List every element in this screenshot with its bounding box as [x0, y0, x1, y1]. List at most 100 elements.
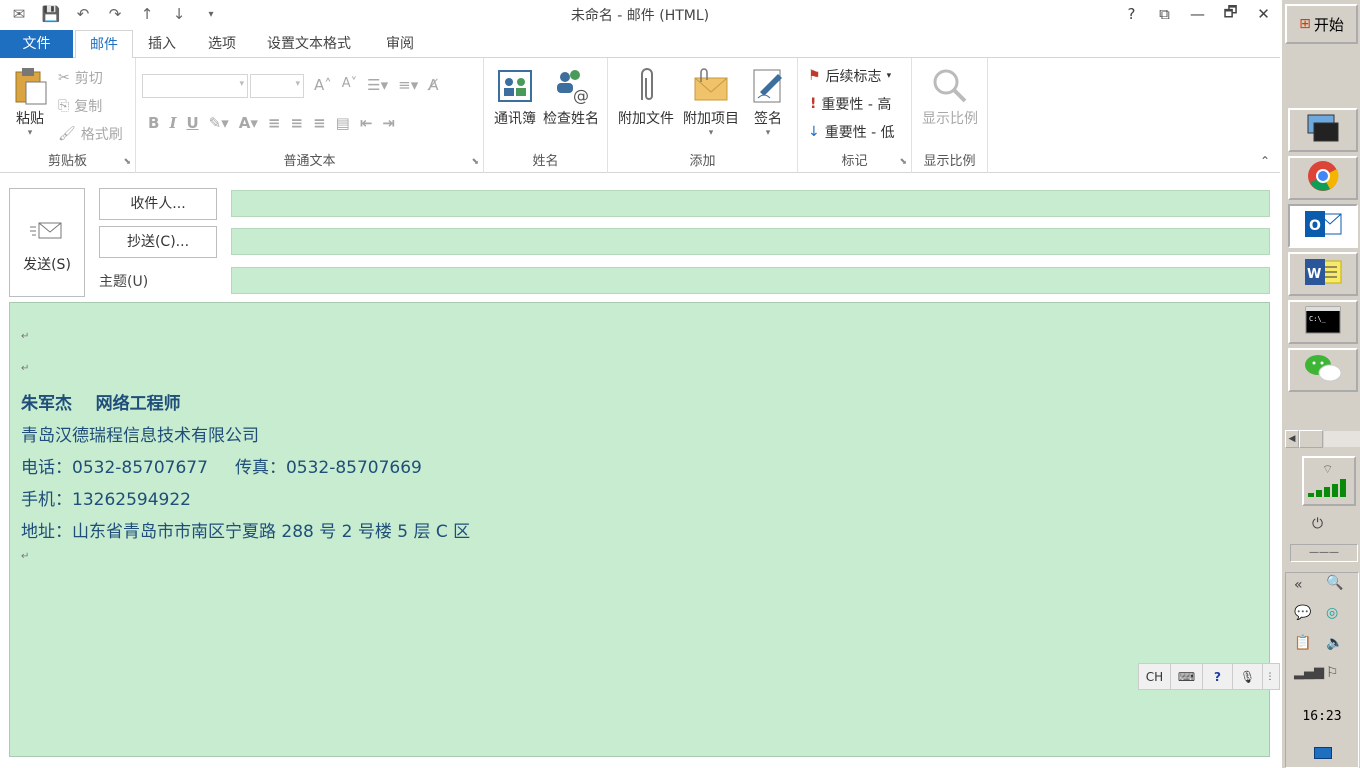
format-painter-button[interactable]: 🖌 格式刷: [58, 124, 123, 144]
system-tray: « 🔍 💬 ◎ 📋 🔈 ▂▄▆ ⚐ 16:23: [1285, 572, 1359, 768]
font-name-combo[interactable]: [142, 74, 248, 98]
bold-button[interactable]: B: [148, 114, 159, 132]
zoom-button[interactable]: 显示比例: [918, 64, 982, 128]
taskbar-scrollbar[interactable]: ◀: [1285, 430, 1360, 448]
bullets-icon[interactable]: ☰▾: [367, 76, 388, 94]
low-importance-button[interactable]: ↓ 重要性 - 低: [808, 122, 895, 142]
attach-file-button[interactable]: 附加文件: [614, 64, 678, 128]
underline-button[interactable]: U: [186, 114, 198, 132]
clock[interactable]: 16:23: [1286, 709, 1358, 724]
copy-label: 复制: [74, 99, 103, 115]
tab-format-text[interactable]: 设置文本格式: [267, 30, 351, 58]
numbering-icon[interactable]: ≡▾: [398, 76, 418, 94]
group-label-basic-text: 普通文本: [283, 154, 336, 169]
search-icon[interactable]: 🔍: [1326, 575, 1343, 591]
wechat-tray-icon[interactable]: 💬: [1294, 605, 1311, 621]
ribbon-display-button[interactable]: ⧉: [1148, 0, 1181, 28]
subject-field[interactable]: [231, 267, 1270, 294]
start-button[interactable]: ⊞ 开始: [1285, 4, 1358, 44]
font-size-buttons: A˄ A˅ ☰▾ ≡▾ A̸: [314, 76, 439, 94]
help-icon[interactable]: ?: [1203, 664, 1233, 689]
high-importance-label: 重要性 - 高: [821, 97, 892, 113]
power-plug-icon[interactable]: ⏻: [1312, 516, 1323, 532]
close-button[interactable]: ✕: [1247, 0, 1280, 28]
dialog-launcher-icon[interactable]: ⬊: [899, 157, 907, 167]
taskbar-app-cmd[interactable]: C:\_: [1288, 300, 1358, 344]
high-importance-button[interactable]: ! 重要性 - 高: [810, 94, 891, 114]
highlight-icon[interactable]: ✎▾: [209, 114, 229, 132]
font-size-combo[interactable]: [250, 74, 304, 98]
to-field[interactable]: [231, 190, 1270, 217]
svg-text:⌔: ⌔: [1322, 462, 1333, 476]
address-book-button[interactable]: 通讯簿: [489, 64, 541, 128]
ribbon-tabs: 文件 邮件 插入 选项 设置文本格式 审阅: [0, 30, 1280, 59]
scroll-thumb[interactable]: [1299, 430, 1323, 448]
cut-button[interactable]: ✂ 剪切: [58, 68, 103, 88]
subject-label: 主题(U): [99, 274, 149, 290]
cc-button[interactable]: 抄送(C)...: [99, 226, 217, 258]
taskbar: ⊞ 开始 O W C:\_ ◀ ⌔ ⏻ ——— « 🔍 💬 ◎ 📋 🔈 ▂▄▆ …: [1280, 0, 1360, 768]
send-button[interactable]: 发送(S): [9, 188, 85, 297]
cc-field[interactable]: [231, 228, 1270, 255]
show-desktop-icon[interactable]: [1314, 747, 1332, 759]
network-icon[interactable]: ▂▄▆: [1294, 665, 1324, 680]
scissors-icon: ✂: [58, 70, 70, 86]
maximize-button[interactable]: 🗗: [1214, 0, 1247, 28]
tray-collapse-button[interactable]: «: [1294, 577, 1303, 593]
envelope-attach-icon: [678, 64, 744, 108]
tab-review[interactable]: 审阅: [386, 30, 414, 58]
scroll-track[interactable]: [1323, 430, 1360, 448]
attach-item-button[interactable]: 附加项目 ▾: [678, 64, 744, 138]
group-basic-text: A˄ A˅ ☰▾ ≡▾ A̸ B I U ✎▾ A▾ ≡ ≡ ≡ ▤ ⇤ ⇥ 普…: [136, 58, 484, 173]
minimize-button[interactable]: —: [1181, 0, 1214, 28]
align-center-icon[interactable]: ≡: [290, 114, 303, 132]
microphone-icon[interactable]: 🎙: [1233, 664, 1263, 689]
tab-file[interactable]: 文件: [0, 30, 73, 58]
dialog-launcher-icon[interactable]: ⬊: [471, 157, 479, 167]
scroll-left-icon[interactable]: ◀: [1285, 430, 1299, 448]
taskbar-app-word[interactable]: W: [1288, 252, 1358, 296]
outlook-compose-window: ✉ 💾 ↶ ↷ ↑ ↓ ▾ 未命名 - 邮件 (HTML) ? ⧉ — 🗗 ✕ …: [0, 0, 1280, 768]
signature-button[interactable]: 签名 ▾: [746, 64, 790, 138]
svg-text:O: O: [1309, 218, 1321, 234]
shrink-font-icon[interactable]: A˅: [342, 76, 357, 94]
flag-icon: ⚑: [808, 68, 821, 84]
clipboard-tray-icon[interactable]: 📋: [1294, 635, 1311, 651]
ribbon: 粘贴 ▾ ✂剪切 ⎘复制 🖌格式刷 剪贴板 ⬊ A˄ A˅ ☰▾ ≡▾ A̸ B…: [0, 58, 1280, 173]
increase-indent-icon[interactable]: ⇥: [382, 114, 395, 132]
decrease-indent-icon[interactable]: ⇤: [360, 114, 373, 132]
follow-up-button[interactable]: ⚑ 后续标志 ▾: [808, 66, 891, 86]
sync-icon[interactable]: ◎: [1326, 605, 1338, 621]
attach-file-label: 附加文件: [618, 111, 674, 127]
font-color-icon[interactable]: A▾: [239, 114, 258, 132]
keyboard-icon[interactable]: ⌨: [1171, 664, 1203, 689]
clear-format-icon[interactable]: A̸: [428, 76, 438, 94]
check-names-button[interactable]: @ 检查姓名: [540, 64, 602, 128]
ime-language-button[interactable]: CH: [1139, 664, 1171, 689]
taskbar-app-chrome[interactable]: [1288, 156, 1358, 200]
taskbar-app-outlook[interactable]: O: [1288, 204, 1358, 248]
action-center-flag-icon[interactable]: ⚐: [1326, 665, 1339, 681]
italic-button[interactable]: I: [169, 114, 176, 132]
signal-strength-widget[interactable]: ⌔: [1302, 456, 1356, 506]
align-left-icon[interactable]: ≡: [268, 114, 281, 132]
justify-icon[interactable]: ▤: [336, 114, 350, 132]
dialog-launcher-icon[interactable]: ⬊: [123, 157, 131, 167]
ime-options-icon[interactable]: ⋮: [1263, 664, 1277, 689]
align-right-icon[interactable]: ≡: [313, 114, 326, 132]
volume-icon[interactable]: 🔈: [1326, 635, 1343, 651]
grow-font-icon[interactable]: A˄: [314, 76, 332, 94]
tab-options[interactable]: 选项: [208, 30, 236, 58]
collapse-ribbon-icon[interactable]: ⌃: [1260, 154, 1270, 168]
taskbar-app-wechat[interactable]: [1288, 348, 1358, 392]
remote-desktop-icon: [1306, 113, 1340, 147]
help-button[interactable]: ?: [1115, 0, 1148, 28]
taskbar-app-remote[interactable]: [1288, 108, 1358, 152]
message-body[interactable]: ↵ ↵ 朱军杰 网络工程师 青岛汉德瑞程信息技术有限公司 电话：0532-857…: [9, 302, 1270, 757]
brush-icon: 🖌: [58, 126, 76, 142]
to-button[interactable]: 收件人...: [99, 188, 217, 220]
paste-button[interactable]: 粘贴 ▾: [8, 64, 52, 138]
tab-insert[interactable]: 插入: [148, 30, 176, 58]
tab-message[interactable]: 邮件: [75, 30, 133, 59]
copy-button[interactable]: ⎘ 复制: [58, 96, 102, 116]
